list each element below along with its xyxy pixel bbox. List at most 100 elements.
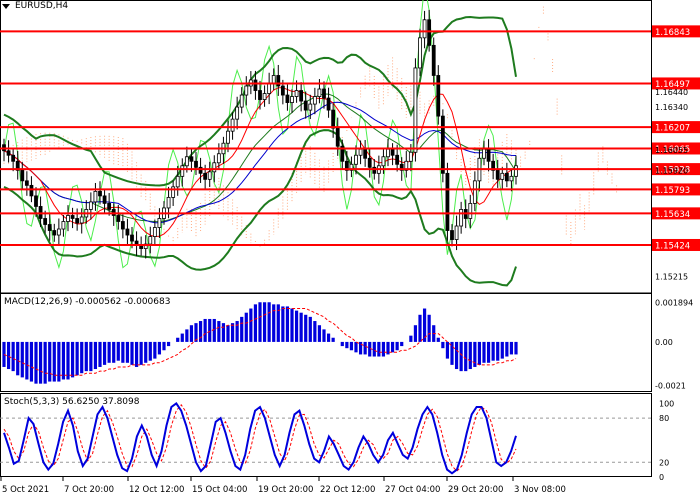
candle-body [61,221,66,230]
price-axis-label: 1.16340 [655,103,688,112]
candle-body [75,218,80,224]
macd-bar [148,341,152,361]
candle-body [239,94,244,108]
macd-bar [418,314,422,342]
macd-bar [413,325,418,342]
macd-bar [317,325,322,342]
candle-body [331,109,336,129]
candle-body [413,67,418,153]
candle-body [504,172,509,182]
candle-body [253,79,258,91]
macd-bar [166,341,171,347]
candle-body [303,100,308,111]
macd-bar [468,341,472,370]
candle-body [294,90,299,97]
candle-body [6,150,11,156]
macd-bar [505,341,509,357]
macd-bar [249,308,253,342]
macd-bar [436,337,440,342]
symbol-title[interactable]: EURUSD,H4 [2,1,68,11]
candle-body [445,172,450,231]
price-axis-label: 1.15920 [655,166,688,175]
candle-body [166,197,171,209]
macd-bar [189,325,194,342]
price-axis-label: 1.16440 [655,88,688,97]
stoch-label: Stoch(5,3,3) 56.6250 37.8098 [4,397,140,407]
candle-body [436,75,441,117]
candle-body [56,228,61,236]
macd-bar [372,341,376,357]
candle-body [390,148,395,156]
macd-bar [294,310,299,342]
time-axis-label: 12 Oct 12:00 [129,485,184,495]
time-axis-label: 19 Oct 20:00 [258,485,313,495]
macd-bar [441,341,445,349]
macd-bar [107,341,111,363]
candle-body [70,215,75,219]
candle-body [271,75,276,84]
macd-bar [34,341,38,384]
price-axis-label: 1.15215 [655,272,688,281]
candle-body [180,165,185,177]
macd-bar [203,318,207,342]
macd-bar [409,335,413,342]
macd-bar [29,341,34,382]
macd-bar [43,341,47,384]
macd-bar [340,341,344,347]
price-axis-label: 1.16055 [655,146,688,155]
candle-body [47,224,52,231]
price-chart: 1.168431.164971.162071.160651.159281.157… [0,0,700,495]
candle-body [88,201,93,210]
macd-bar [272,304,276,342]
level-tag-label: 1.16843 [655,28,690,38]
macd-bar [61,341,66,380]
macd-bar [121,341,125,363]
candle-body [290,96,294,103]
symbol-label: EURUSD,H4 [15,1,69,11]
macd-bar [313,321,317,342]
candle-body [230,118,235,132]
envelope-line [3,0,517,270]
macd-histogram [2,302,518,384]
macd-bar [153,341,157,359]
macd-bar [281,306,285,342]
candle-body [258,90,262,100]
macd-bar [217,321,221,342]
time-axis-label: 29 Oct 20:00 [448,485,503,495]
candle-body [495,169,500,180]
candle-body [203,172,208,180]
macd-bar [258,302,262,342]
macd-bar [345,341,349,349]
stoch-axis-label: 100 [659,399,674,408]
macd-bar [477,341,482,365]
macd-bar [162,341,166,351]
macd-bar [390,341,395,353]
macd-panel-frame [0,293,652,392]
stoch-axis-label: 0 [659,473,664,482]
candle-body [514,165,518,177]
candle-body [308,103,313,111]
candle-body [116,215,121,222]
macd-bar [299,312,303,342]
level-tag-label: 1.16207 [655,124,690,134]
macd-bar [491,341,495,361]
time-axis-label: 15 Oct 04:00 [192,485,247,495]
time-axis-label: 7 Oct 20:00 [64,485,114,495]
macd-bar [198,321,203,342]
macd-bar [125,341,130,363]
macd-bar [445,341,450,359]
macd-bar [20,341,24,378]
chart-window: 1.16843 1.16497 1.16207 1.16065 1.15928 1.157… [0,0,700,500]
macd-bar [454,341,459,370]
candle-body [381,156,386,167]
dropdown-arrow-icon [2,3,10,9]
candle-body [427,19,432,46]
macd-bar [290,308,294,342]
macd-bar [16,341,20,376]
macd-axis-label: -0.0021 [655,382,686,391]
macd-bar [354,341,358,353]
macd-bar [176,337,180,342]
macd-label: MACD(12,26,9) -0.000562 -0.000683 [4,297,171,307]
candle-body [418,37,422,69]
macd-bar [80,341,84,374]
